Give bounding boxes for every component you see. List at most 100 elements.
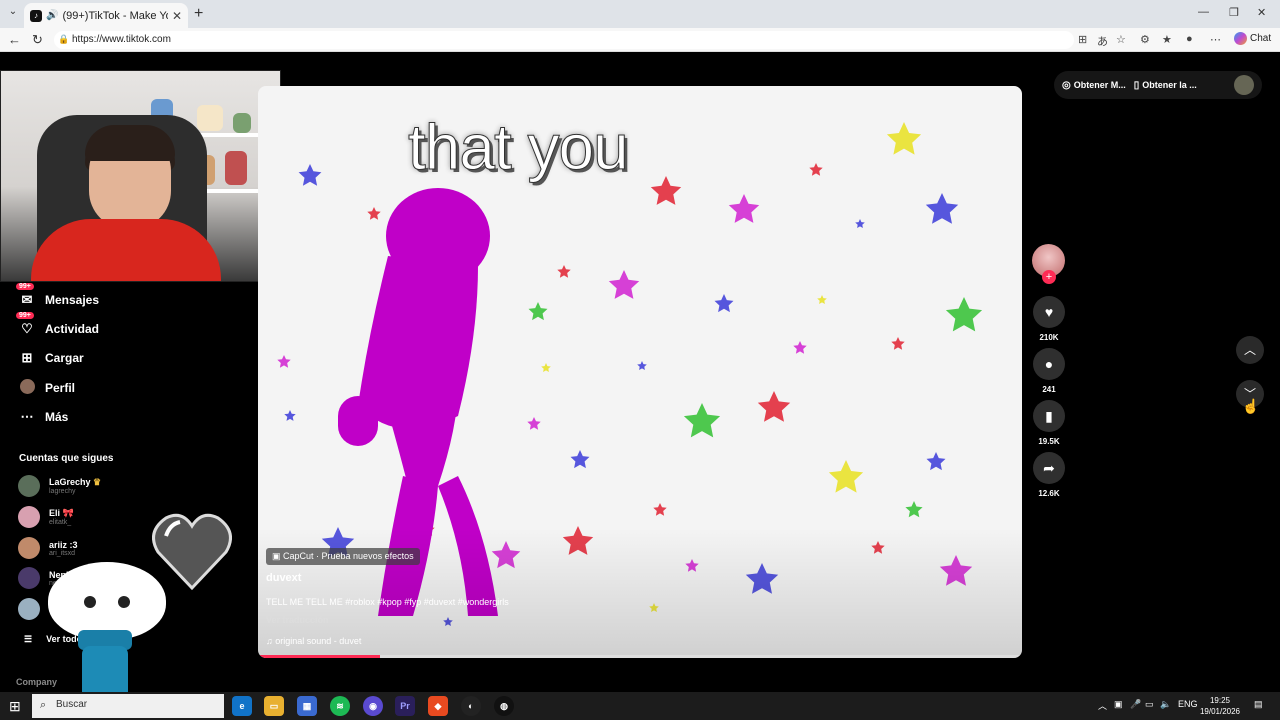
translate-link[interactable]: Ver traducción: [266, 615, 329, 625]
following-title: Cuentas que sigues: [19, 453, 114, 464]
star-shape: [809, 163, 823, 176]
extensions-icon[interactable]: ⚙: [1140, 33, 1150, 46]
translate-icon[interactable]: あ: [1097, 33, 1108, 49]
video-author[interactable]: duvext: [266, 572, 301, 584]
refresh-icon[interactable]: ↻: [32, 32, 43, 48]
copilot-chat-button[interactable]: Chat: [1234, 32, 1271, 45]
notifications-icon[interactable]: ▤: [1254, 699, 1263, 710]
brave-icon[interactable]: ◆: [428, 696, 448, 716]
video-progress-bar[interactable]: [258, 655, 1022, 658]
restore-icon[interactable]: ❐: [1229, 6, 1239, 19]
chat-label: Chat: [1250, 33, 1272, 44]
video-progress-fill: [258, 655, 381, 658]
chevron-up-icon: ︿: [1243, 343, 1256, 357]
app-icon[interactable]: ◉: [363, 696, 383, 716]
app-available-icon[interactable]: ⊞: [1078, 33, 1087, 46]
profile-avatar[interactable]: [1234, 75, 1254, 95]
sidebar-item-profile[interactable]: Perfil: [18, 378, 75, 398]
upload-icon: ⊞: [21, 350, 33, 365]
file-explorer-icon[interactable]: ▭: [264, 696, 284, 716]
star-shape: [298, 164, 322, 186]
like-button[interactable]: ♥: [1033, 296, 1065, 328]
sidebar-item-more[interactable]: ⋯ Más: [18, 407, 69, 427]
top-right-actions: ◎ Obtener M... ▯ Obtener la ...: [1054, 71, 1262, 99]
share-count: 12.6K: [1038, 489, 1060, 498]
save-button[interactable]: ▮: [1033, 400, 1065, 432]
previous-video-button[interactable]: ︿: [1236, 336, 1264, 364]
avatar: [18, 537, 40, 559]
following-account[interactable]: ariiz :3 ari_itsxd: [18, 537, 78, 559]
video-description[interactable]: TELL ME TELL ME #roblox #kpop #fyp #duve…: [266, 597, 509, 607]
avatar: [18, 567, 40, 589]
url-field[interactable]: 🔒 https://www.tiktok.com: [54, 31, 1074, 49]
obs-icon[interactable]: ◍: [494, 696, 514, 716]
video-player[interactable]: that you ▣ CapCut · Prueba nuevos efecto…: [258, 86, 1022, 658]
tab-actions-icon[interactable]: ⌄: [6, 6, 20, 20]
taskbar-search[interactable]: ⌕ Buscar: [32, 694, 224, 718]
taskbar-clock[interactable]: 19:25 19/01/2026: [1196, 695, 1244, 717]
following-account[interactable]: Eli 🎀 elitatk_: [18, 506, 74, 528]
star-shape: [541, 363, 551, 372]
app-icon[interactable]: ◐: [461, 696, 481, 716]
comment-button[interactable]: ●: [1033, 348, 1065, 380]
mascot-eye: [118, 596, 130, 608]
favorite-star-icon[interactable]: ☆: [1116, 33, 1126, 46]
like-count: 210K: [1039, 333, 1059, 342]
sound-link[interactable]: ♫ original sound - duvet: [266, 636, 361, 646]
heart-icon: ♥: [1044, 304, 1054, 320]
bookmark-icon: ▮: [1045, 408, 1053, 424]
more-dots-icon: ⋯: [20, 409, 34, 424]
avatar: [18, 598, 40, 620]
sidebar-item-label: Mensajes: [45, 293, 100, 307]
close-window-icon[interactable]: ✕: [1257, 6, 1266, 19]
browser-tab[interactable]: ♪ 🔊 (99+)TikTok - Make Your Day ✕: [24, 3, 188, 28]
avatar-icon: [18, 379, 36, 397]
close-tab-icon[interactable]: ✕: [172, 9, 182, 23]
edge-icon[interactable]: e: [232, 696, 252, 716]
lock-icon: 🔒: [58, 34, 70, 44]
star-shape: [926, 452, 946, 471]
person-shirt: [31, 219, 221, 281]
following-account[interactable]: LaGrechy ♛ lagrechy: [18, 475, 101, 497]
back-icon[interactable]: ←: [8, 32, 21, 47]
sidebar-item-messages[interactable]: ✉ 99+ Mensajes: [16, 283, 100, 310]
avatar: [18, 506, 40, 528]
get-coins-label: Obtener M...: [1073, 80, 1126, 90]
following-account[interactable]: [18, 598, 49, 620]
star-shape: [891, 337, 905, 350]
follow-plus-button[interactable]: +: [1042, 270, 1056, 284]
premiere-icon[interactable]: Pr: [395, 696, 415, 716]
store-icon[interactable]: ▦: [297, 696, 317, 716]
profile-icon[interactable]: ●: [1186, 33, 1193, 45]
account-handle: ari_itsxd: [49, 549, 76, 557]
microphone-icon[interactable]: 🎤: [1130, 699, 1141, 710]
star-shape: [905, 501, 923, 518]
language-indicator[interactable]: ENG: [1178, 699, 1198, 709]
audio-icon[interactable]: 🔊: [46, 10, 58, 21]
get-app-button[interactable]: ▯ Obtener la ...: [1134, 80, 1197, 91]
share-arrow-icon: ➦: [1043, 460, 1055, 476]
minimize-icon[interactable]: —: [1198, 6, 1209, 18]
get-coins-button[interactable]: ◎ Obtener M...: [1062, 80, 1126, 91]
capcut-icon: ▣: [272, 551, 284, 561]
more-icon[interactable]: ⋯: [1210, 33, 1221, 46]
tray-chevron-icon[interactable]: ︿: [1098, 699, 1107, 712]
tab-title: (99+)TikTok - Make Your Day: [62, 9, 167, 22]
sidebar-item-activity[interactable]: ♡ 99+ Actividad: [16, 312, 99, 339]
windows-taskbar: ⊞ ⌕ Buscar e ▭ ▦ ≋ ◉ Pr ◆ ◐ ◍ ︿ ▣ 🎤 ▭ 🔈 …: [0, 692, 1280, 720]
star-shape: [925, 193, 959, 224]
sidebar-item-upload[interactable]: ⊞ Cargar: [18, 348, 84, 368]
spotify-icon[interactable]: ≋: [330, 696, 350, 716]
new-tab-button[interactable]: +: [194, 5, 203, 23]
network-icon[interactable]: ▭: [1145, 699, 1154, 710]
capcut-tag[interactable]: ▣ CapCut · Prueba nuevos efectos: [266, 548, 420, 565]
address-bar: ← ↻ 🔒 https://www.tiktok.com ⊞ あ ☆ ⚙ ★ ●…: [0, 28, 1280, 52]
favorites-icon[interactable]: ★: [1162, 33, 1172, 46]
tray-app-icon[interactable]: ▣: [1114, 699, 1123, 710]
volume-icon[interactable]: 🔈: [1160, 699, 1171, 710]
tiktok-favicon-icon: ♪: [30, 9, 42, 22]
windows-start-icon[interactable]: ⊞: [9, 698, 21, 715]
bow-emoji-icon: 🎀: [62, 508, 74, 518]
copilot-icon: [1234, 32, 1247, 45]
share-button[interactable]: ➦: [1033, 452, 1065, 484]
